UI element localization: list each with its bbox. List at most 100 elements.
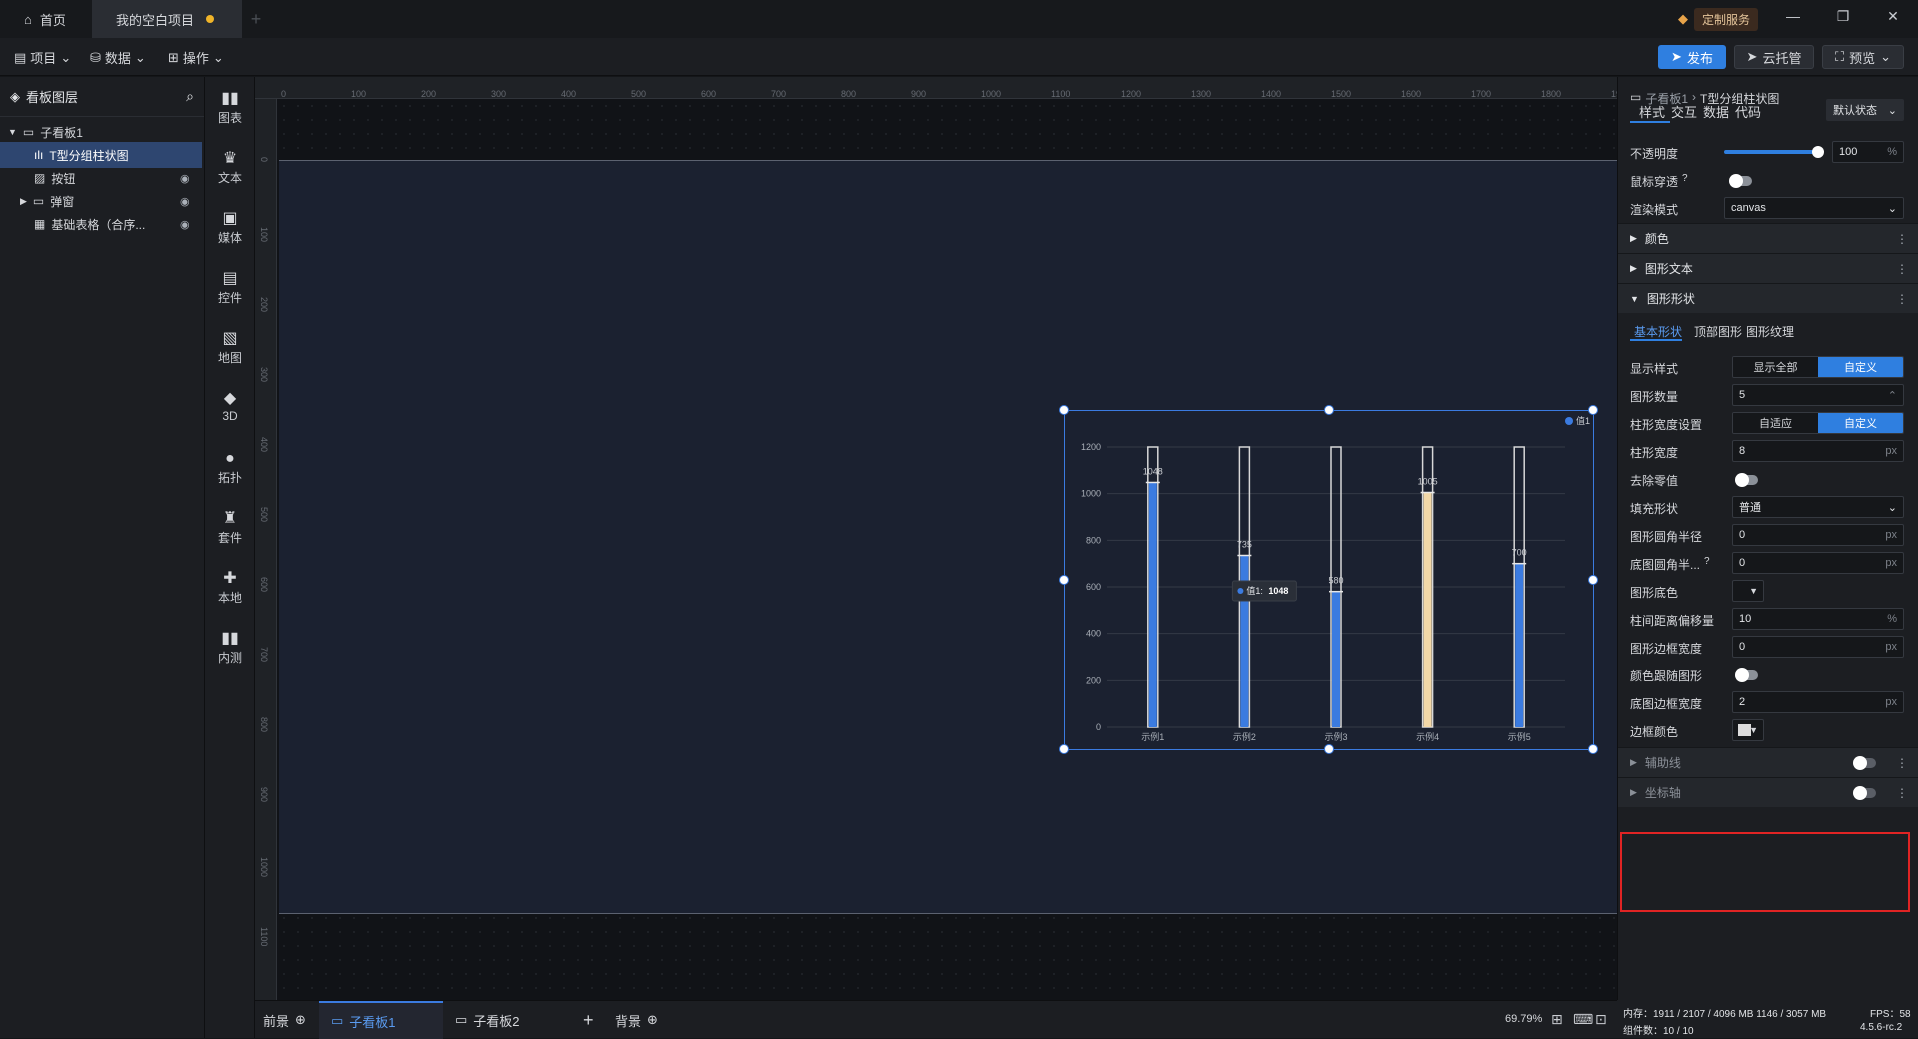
ruler-tick: 1200 — [1121, 89, 1142, 99]
close-icon[interactable]: ✕ — [1878, 8, 1908, 30]
comp-topology[interactable]: ● 拓扑 — [205, 449, 255, 486]
eye-hidden-icon[interactable]: ◉ — [180, 195, 190, 208]
color-follow-toggle[interactable] — [1735, 668, 1758, 682]
bar-width-input[interactable]: 8 px — [1732, 440, 1904, 462]
add-tab-icon[interactable]: + — [246, 0, 266, 38]
more-icon[interactable]: ⋮ — [1896, 232, 1908, 246]
eye-hidden-icon[interactable]: ◉ — [180, 172, 190, 185]
section-shape[interactable]: ▼ 图形形状 ⋮ — [1618, 283, 1918, 313]
minimize-icon[interactable]: — — [1778, 8, 1808, 30]
chart-component[interactable]: 0 200 400 600 800 1000 1200 1048 示例1 735 示例2 580 示例3… — [1059, 405, 1598, 754]
opacity-input[interactable]: 100% — [1832, 141, 1904, 163]
shape-count-label: 图形数量 — [1630, 390, 1679, 404]
bar — [1148, 482, 1157, 727]
menu-operation[interactable]: ⊞ 操作 ⌄ — [168, 48, 224, 67]
search-icon[interactable]: ⌕ — [186, 88, 194, 105]
section-axis[interactable]: ▶ 坐标轴 ⋮ — [1618, 777, 1918, 807]
resize-handle[interactable] — [1588, 744, 1598, 754]
width-auto-option[interactable]: 自适应 — [1733, 413, 1818, 433]
subtab-basic-shape[interactable]: 基本形状 — [1634, 323, 1682, 340]
custom-service-button[interactable]: ◆ 定制服务 — [1678, 7, 1759, 31]
bar-width-setting-segmented[interactable]: 自适应 自定义 — [1732, 412, 1904, 434]
subtab-texture[interactable]: 图形纹理 — [1746, 323, 1794, 340]
mouse-through-toggle[interactable] — [1729, 174, 1752, 188]
state-select[interactable]: 默认状态 ⌄ — [1826, 99, 1904, 121]
preview-button[interactable]: ⛶ 预览 ⌄ — [1822, 45, 1904, 69]
section-shape-text[interactable]: ▶ 图形文本 ⋮ — [1618, 253, 1918, 283]
more-icon[interactable]: ⋮ — [1896, 756, 1908, 770]
cloud-hosting-button[interactable]: ➤ 云托管 — [1734, 45, 1814, 69]
opacity-slider[interactable] — [1724, 146, 1824, 158]
width-custom-option[interactable]: 自定义 — [1818, 413, 1903, 433]
ruler-tick: 200 — [259, 297, 269, 313]
more-icon[interactable]: ⋮ — [1896, 292, 1908, 306]
comp-map[interactable]: ▧ 地图 — [205, 329, 255, 366]
bar-offset-input[interactable]: 10% — [1732, 608, 1904, 630]
comp-beta[interactable]: ▮▮ 内测 — [205, 629, 255, 666]
tab-project[interactable]: 我的空白项目 — [92, 0, 242, 38]
resize-handle[interactable] — [1324, 744, 1334, 754]
remove-zero-toggle[interactable] — [1735, 473, 1758, 487]
comp-control[interactable]: ▤ 控件 — [205, 269, 255, 306]
resize-handle[interactable] — [1588, 575, 1598, 585]
fit-screen-icon[interactable]: ⊞ — [1551, 1011, 1563, 1028]
zoom-level[interactable]: 69.79% — [1505, 1013, 1542, 1025]
add-circle-icon[interactable]: ⊕ — [295, 1012, 306, 1028]
fill-shape-select[interactable]: 普通 ⌄ — [1732, 496, 1904, 518]
ruler-tick: 0 — [281, 89, 287, 99]
comp-chart[interactable]: ▮▮ 图表 — [205, 89, 255, 126]
tab-background[interactable]: 背景 ⊕ — [615, 1001, 658, 1039]
comp-kit[interactable]: ♜ 套件 — [205, 509, 255, 546]
bg-border-width-input[interactable]: 2 px — [1732, 691, 1904, 713]
render-mode-select[interactable]: canvas ⌄ — [1724, 197, 1904, 219]
terminal-icon[interactable]: ⊡ — [1595, 1011, 1607, 1028]
restore-icon[interactable]: ❐ — [1828, 8, 1858, 30]
border-color-picker[interactable]: ▼ — [1732, 719, 1764, 741]
shape-bg-color-picker[interactable]: ▼ — [1732, 580, 1764, 602]
resize-handle[interactable] — [1059, 405, 1069, 415]
display-all-option[interactable]: 显示全部 — [1733, 357, 1818, 377]
menu-data[interactable]: ⛁ 数据 ⌄ — [90, 48, 146, 67]
stepper-up-icon[interactable]: ⌃ — [1888, 389, 1897, 402]
resize-handle[interactable] — [1588, 405, 1598, 415]
resize-handle[interactable] — [1324, 405, 1334, 415]
more-icon[interactable]: ⋮ — [1896, 262, 1908, 276]
comp-local[interactable]: ✚ 本地 — [205, 569, 255, 606]
subtab-top-shape[interactable]: 顶部图形 — [1694, 323, 1742, 340]
tab-interaction[interactable]: 交互 — [1671, 102, 1697, 121]
tab-data[interactable]: 数据 — [1703, 102, 1729, 121]
section-guide-line[interactable]: ▶ 辅助线 ⋮ — [1618, 747, 1918, 777]
bg-radius-input[interactable]: 0 px — [1732, 552, 1904, 574]
guide-line-toggle[interactable] — [1853, 756, 1876, 770]
tab-subboard2[interactable]: ▭ 子看板2 — [455, 1001, 520, 1039]
menu-project[interactable]: ▤ 项目 ⌄ — [14, 48, 71, 67]
axis-toggle[interactable] — [1853, 786, 1876, 800]
tab-foreground[interactable]: 前景 ⊕ — [263, 1001, 306, 1039]
tab-home[interactable]: ⌂ 首页 — [0, 0, 92, 38]
publish-button[interactable]: ➤ 发布 — [1658, 45, 1726, 69]
more-icon[interactable]: ⋮ — [1896, 786, 1908, 800]
shape-radius-input[interactable]: 0 px — [1732, 524, 1904, 546]
tab-style[interactable]: 样式 — [1639, 102, 1665, 121]
resize-handle[interactable] — [1059, 575, 1069, 585]
shape-border-width-input[interactable]: 0 px — [1732, 636, 1904, 658]
display-custom-option[interactable]: 自定义 — [1818, 357, 1903, 377]
layer-item-table[interactable]: ▦ 基础表格（合序... ◉ — [0, 211, 205, 237]
opacity-slider-handle[interactable] — [1812, 146, 1824, 158]
tab-code[interactable]: 代码 — [1735, 102, 1761, 121]
display-style-segmented[interactable]: 显示全部 自定义 — [1732, 356, 1904, 378]
eye-hidden-icon[interactable]: ◉ — [180, 218, 190, 231]
tab-subboard1[interactable]: ▭ 子看板1 — [319, 1001, 443, 1039]
comp-3d[interactable]: ◆ 3D — [205, 389, 255, 423]
add-board-icon[interactable]: + — [583, 1001, 594, 1039]
keyboard-icon[interactable]: ⌨ — [1573, 1011, 1593, 1028]
color-follow-label: 颜色跟随图形 — [1630, 669, 1703, 683]
resize-handle[interactable] — [1059, 744, 1069, 754]
ruler-tick: 1500 — [1331, 89, 1352, 99]
canvas[interactable]: 0 200 400 600 800 1000 1200 1048 示例1 735 示例2 580 示例3… — [277, 99, 1617, 1000]
section-color[interactable]: ▶ 颜色 ⋮ — [1618, 223, 1918, 253]
add-circle-icon[interactable]: ⊕ — [647, 1012, 658, 1028]
comp-text[interactable]: ♛ 文本 — [205, 149, 255, 186]
shape-count-input[interactable]: 5 ⌃ — [1732, 384, 1904, 406]
comp-media[interactable]: ▣ 媒体 — [205, 209, 255, 246]
